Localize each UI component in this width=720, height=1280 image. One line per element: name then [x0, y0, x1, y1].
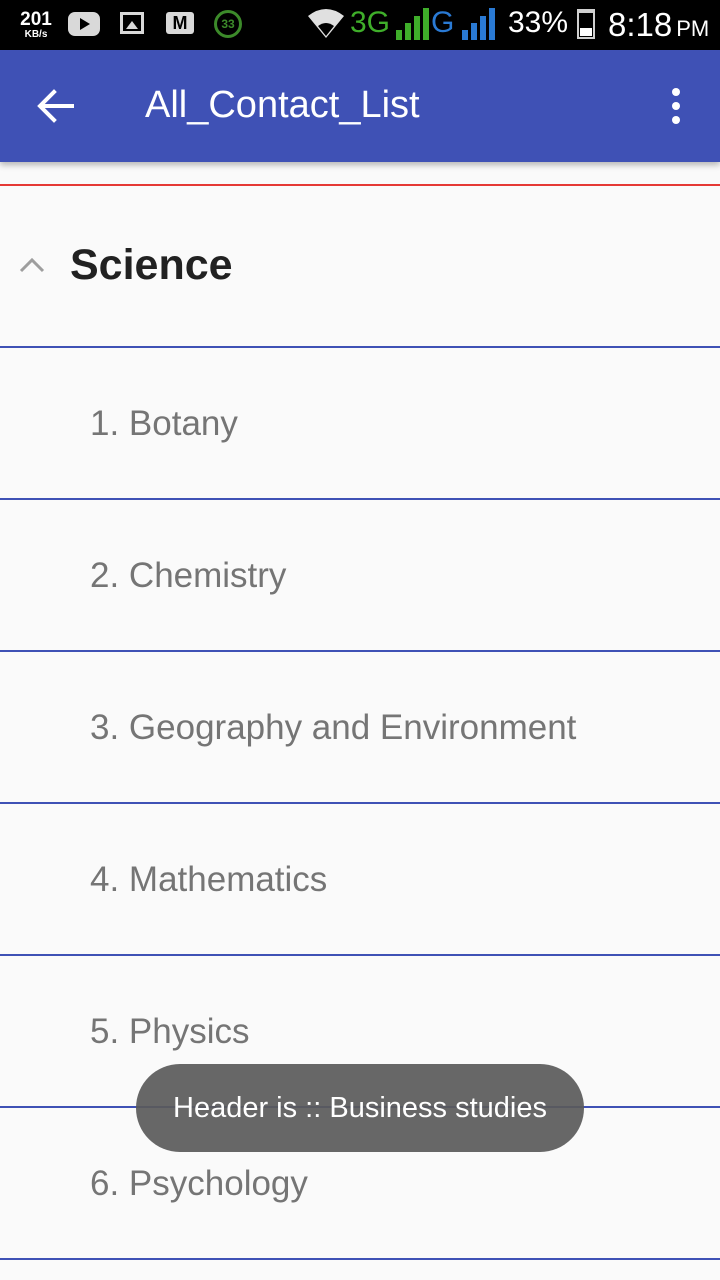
clock: 8:18 PM	[608, 6, 709, 44]
list-item-label: 6. Psychology	[90, 1164, 308, 1203]
list-item-label: 2. Chemistry	[90, 556, 287, 595]
list-item-label: 4. Mathematics	[90, 860, 328, 899]
list-item[interactable]: 3. Geography and Environment	[0, 650, 720, 802]
chevron-up-icon	[19, 257, 45, 273]
gallery-icon	[120, 12, 144, 34]
back-arrow-icon[interactable]	[36, 86, 76, 126]
signal-icon	[462, 8, 495, 40]
list-item[interactable]: 4. Mathematics	[0, 802, 720, 954]
list-divider	[0, 1258, 720, 1260]
wifi-icon	[308, 9, 344, 38]
toast-message: Header is :: Business studies	[136, 1064, 584, 1152]
clock-time: 8:18	[608, 6, 673, 43]
status-bar: 201 KB/s M 33 3G G 33% 8:18 PM	[0, 0, 720, 50]
battery-percent: 33%	[508, 6, 569, 39]
group-title: Science	[70, 241, 233, 289]
list-item[interactable]: 1. Botany	[0, 346, 720, 498]
list-item[interactable]: 2. Chemistry	[0, 498, 720, 650]
signal-icon	[396, 8, 429, 40]
net-speed-unit: KB/s	[24, 29, 48, 40]
page-title: All_Contact_List	[145, 84, 420, 126]
network-g-label: G	[431, 6, 455, 39]
list-item-label: 5. Physics	[90, 1012, 250, 1051]
net-speed: 201 KB/s	[18, 10, 54, 40]
group-header-science[interactable]: Science	[0, 186, 720, 346]
gmail-icon: M	[166, 12, 194, 34]
battery-icon	[577, 9, 595, 39]
ring-badge-icon: 33	[214, 10, 242, 38]
list-item-label: 1. Botany	[90, 404, 238, 443]
more-vert-icon[interactable]	[660, 86, 692, 126]
network-3g-label: 3G	[350, 6, 391, 39]
net-speed-value: 201	[20, 9, 52, 30]
list-item-label: 3. Geography and Environment	[90, 708, 577, 747]
app-bar: All_Contact_List	[0, 50, 720, 162]
clock-ampm: PM	[676, 16, 710, 41]
youtube-icon	[68, 12, 100, 36]
